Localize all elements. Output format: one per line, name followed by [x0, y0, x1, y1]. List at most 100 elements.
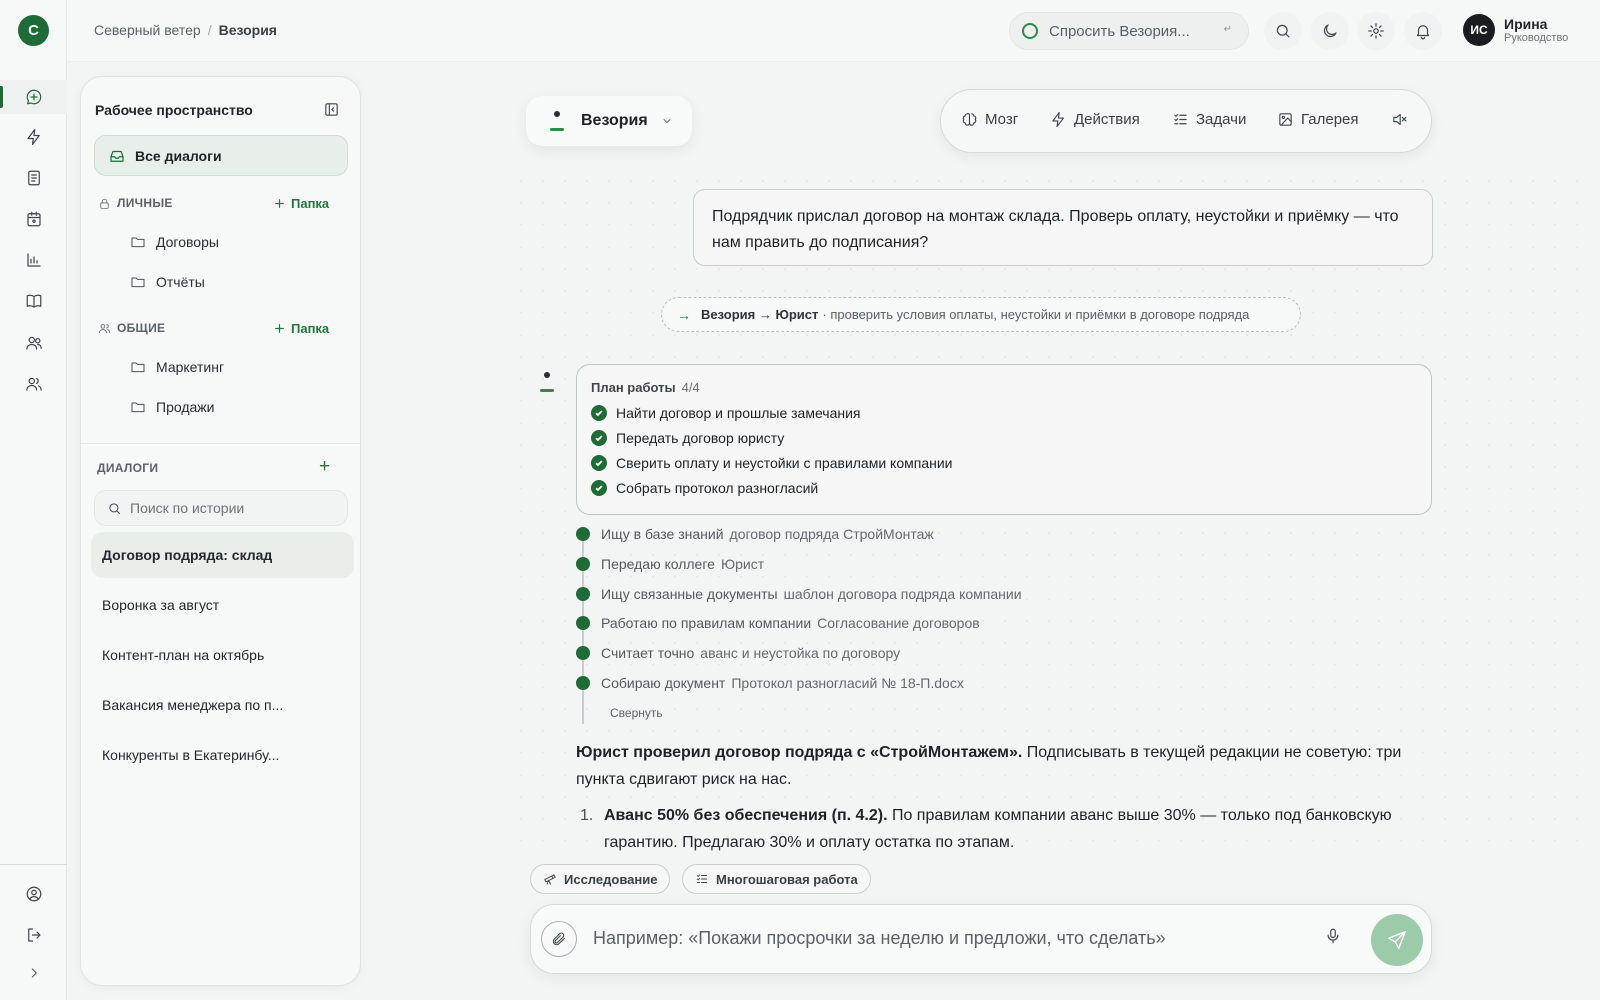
folder-item[interactable]: Договоры [129, 234, 219, 250]
nav-team[interactable] [0, 367, 67, 401]
gear-icon [1368, 23, 1384, 39]
collapse-activity-button[interactable]: Свернуть [610, 706, 663, 720]
chat-icon [26, 89, 41, 105]
folder-label: Отчёты [156, 274, 205, 290]
settings-button[interactable] [1357, 12, 1395, 50]
add-personal-folder-button[interactable]: Папка [273, 196, 329, 211]
dialog-history-item[interactable]: Договор подряда: склад [91, 532, 354, 578]
multistep-mode-chip[interactable]: Многошаговая работа [682, 864, 871, 894]
chart-icon [26, 253, 41, 267]
folder-icon [131, 277, 145, 288]
dialog-history-item[interactable]: Вакансия менеджера по п... [91, 682, 354, 728]
activity-item: Работаю по правилам компании Согласовани… [576, 615, 980, 631]
collapse-panel-button[interactable] [323, 101, 340, 118]
tab-gallery[interactable]: Галерея [1277, 111, 1359, 128]
nav-knowledge[interactable] [0, 284, 67, 318]
work-plan-card: План работы 4/4 Найти договор и прошлые з… [576, 364, 1432, 515]
nav-agents[interactable] [0, 326, 67, 360]
theme-toggle-button[interactable] [1311, 12, 1349, 50]
activity-action: Считает точно [601, 645, 695, 661]
mute-button[interactable] [1391, 111, 1408, 128]
plan-count: 4/4 [681, 380, 700, 395]
chevron-down-icon [663, 119, 671, 123]
folder-item[interactable]: Маркетинг [129, 359, 224, 375]
activity-detail: Протокол разногласий № 18-П.docx [731, 675, 964, 691]
lock-icon [100, 198, 109, 209]
new-dialog-button[interactable]: + [319, 456, 330, 478]
users-icon [25, 336, 42, 350]
dialog-history-item[interactable]: Воронка за август [91, 582, 354, 628]
send-button[interactable] [1371, 914, 1423, 966]
personal-section-label: ЛИЧНЫЕ [117, 196, 173, 210]
activity-item: Собираю документ Протокол разногласий № … [576, 675, 964, 691]
nav-logout[interactable] [0, 918, 67, 952]
users-icon [98, 323, 111, 333]
avatar: ИС [1463, 14, 1495, 46]
message-input[interactable] [593, 928, 1293, 954]
tab-brain[interactable]: Мозг [961, 111, 1018, 128]
nav-documents[interactable] [0, 161, 67, 195]
chevron-right-icon [31, 968, 37, 978]
nav-actions[interactable] [0, 120, 67, 154]
attach-button[interactable] [541, 921, 577, 957]
assistant-status-icon [1022, 23, 1038, 39]
plan-step-label: Передать договор юристу [616, 429, 785, 446]
nav-calendar[interactable] [0, 202, 67, 236]
research-mode-chip[interactable]: Исследование [530, 864, 671, 894]
breadcrumb-org[interactable]: Северный ветер [94, 22, 201, 38]
user-menu[interactable]: ИС Ирина Руководство [1463, 14, 1568, 46]
nav-expand[interactable] [0, 956, 67, 990]
status-dot [576, 616, 590, 630]
paperclip-icon [552, 932, 565, 946]
tab-tasks[interactable]: Задачи [1172, 111, 1246, 128]
brain-icon [962, 113, 977, 126]
user-name: Ирина [1504, 15, 1548, 32]
all-dialogs-button[interactable]: Все диалоги [94, 135, 348, 176]
ask-assistant-input[interactable]: Спросить Везория... ↵ [1009, 12, 1249, 50]
folder-item[interactable]: Продажи [129, 399, 214, 415]
status-dot [576, 587, 590, 601]
plan-step: Передать договор юристу [591, 425, 1417, 450]
activity-item: Ищу в базе знаний договор подряда СтройМ… [576, 526, 934, 542]
search-button[interactable] [1264, 12, 1302, 50]
sidebar-collapse-icon [325, 103, 338, 116]
user-message: Подрядчик прислал договор на монтаж скла… [693, 189, 1433, 266]
workspace-panel: Рабочее пространство Все диалоги ЛИЧНЫЕ … [80, 76, 361, 986]
plan-step-label: Собрать протокол разногласий [616, 479, 819, 496]
add-shared-folder-button[interactable]: Папка [273, 321, 329, 336]
plan-step-label: Сверить оплату и неустойки с правилами к… [616, 454, 953, 471]
plan-step: Сверить оплату и неустойки с правилами к… [591, 450, 1417, 475]
notifications-button[interactable] [1404, 12, 1442, 50]
tab-brain-label: Мозг [985, 111, 1019, 128]
activity-detail: договор подряда СтройМонтаж [729, 526, 934, 542]
shared-section-label: ОБЩИЕ [117, 321, 166, 335]
telescope-icon [544, 874, 556, 885]
folder-item[interactable]: Отчёты [129, 274, 205, 290]
history-search[interactable] [94, 490, 348, 526]
message-composer [530, 904, 1432, 974]
nav-profile[interactable] [0, 877, 67, 911]
image-icon [1279, 113, 1292, 126]
nav-analytics[interactable] [0, 243, 67, 277]
send-icon [1388, 931, 1406, 949]
folder-label: Маркетинг [156, 359, 225, 375]
inbox-icon [110, 150, 124, 162]
history-search-input[interactable] [130, 500, 330, 516]
dialog-history-item[interactable]: Контент-план на октябрь [91, 632, 354, 678]
nav-chat[interactable] [0, 80, 67, 114]
workspace-title: Рабочее пространство [95, 102, 253, 118]
assistant-toolbar: Мозг Действия Задачи Галерея [940, 89, 1432, 153]
bell-icon [1416, 25, 1430, 40]
app-logo[interactable]: С [18, 15, 49, 46]
chip-label: Многошаговая работа [716, 871, 858, 887]
tab-actions[interactable]: Действия [1050, 111, 1140, 128]
check-icon [591, 479, 607, 496]
dialog-history-item[interactable]: Конкуренты в Екатеринбу... [91, 732, 354, 778]
add-folder-label: Папка [291, 196, 330, 211]
assistant-selector[interactable]: Везория [526, 96, 692, 146]
calendar-icon [26, 211, 41, 227]
speaker-mute-icon [1393, 113, 1407, 126]
document-icon [27, 170, 40, 186]
activity-item: Передаю коллеге Юрист [576, 556, 764, 572]
voice-input-button[interactable] [1324, 927, 1342, 945]
